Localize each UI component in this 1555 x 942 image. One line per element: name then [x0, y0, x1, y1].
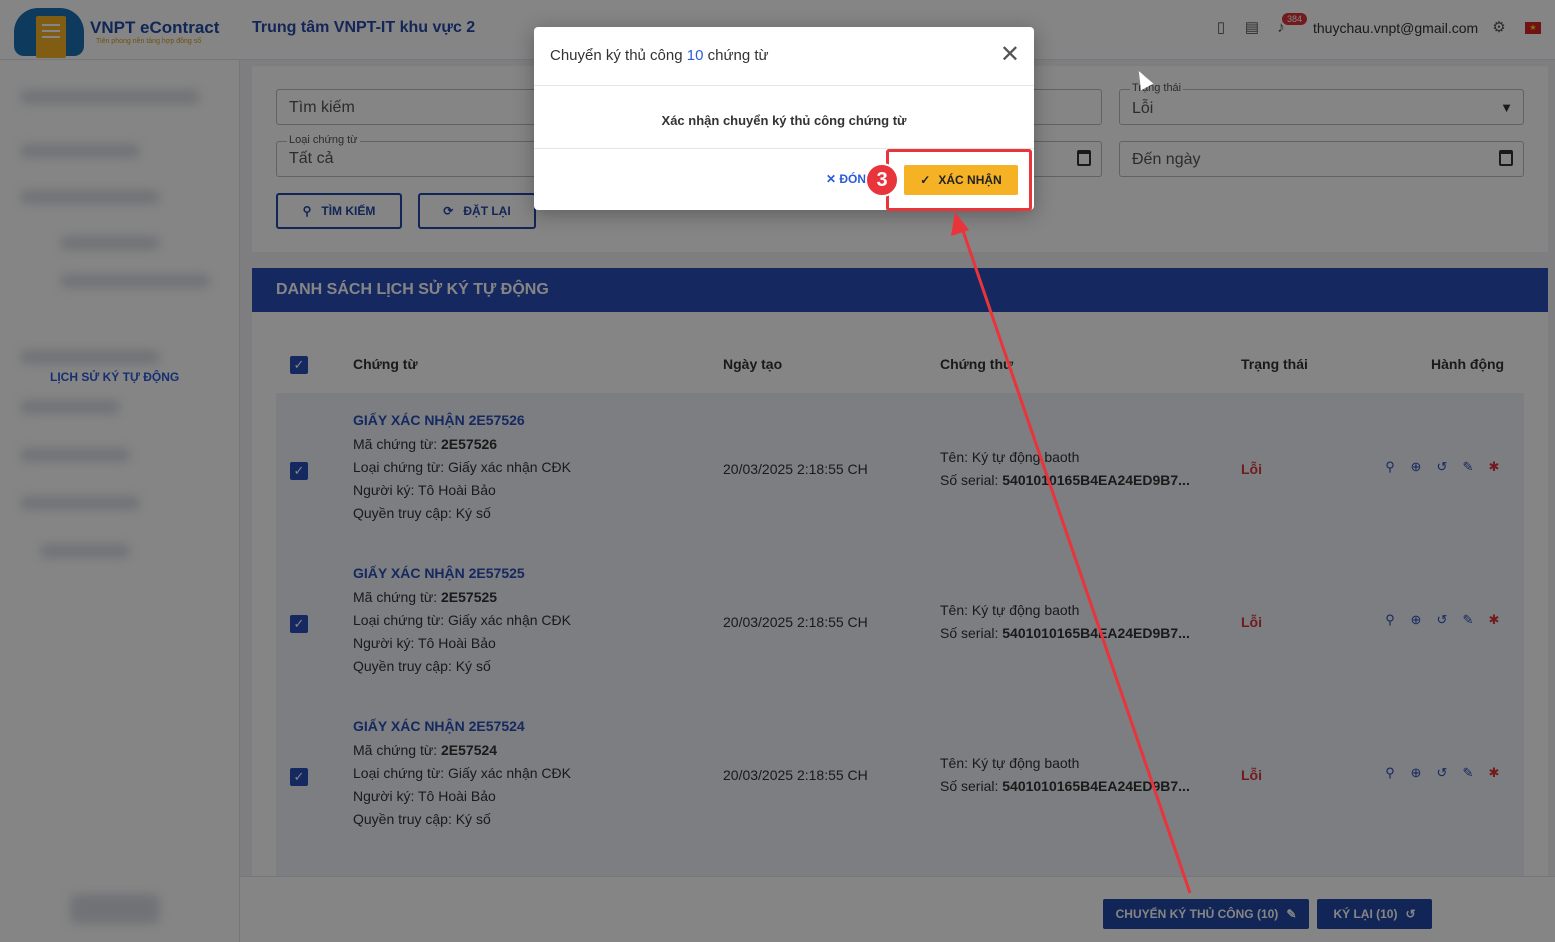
annotation-highlight-box — [886, 149, 1032, 211]
annotation-arrow-head — [951, 212, 969, 236]
annotation-arrow — [951, 212, 1192, 894]
annotation-step-badge: 3 — [865, 163, 899, 197]
annotation-arrow-line — [958, 221, 1192, 894]
